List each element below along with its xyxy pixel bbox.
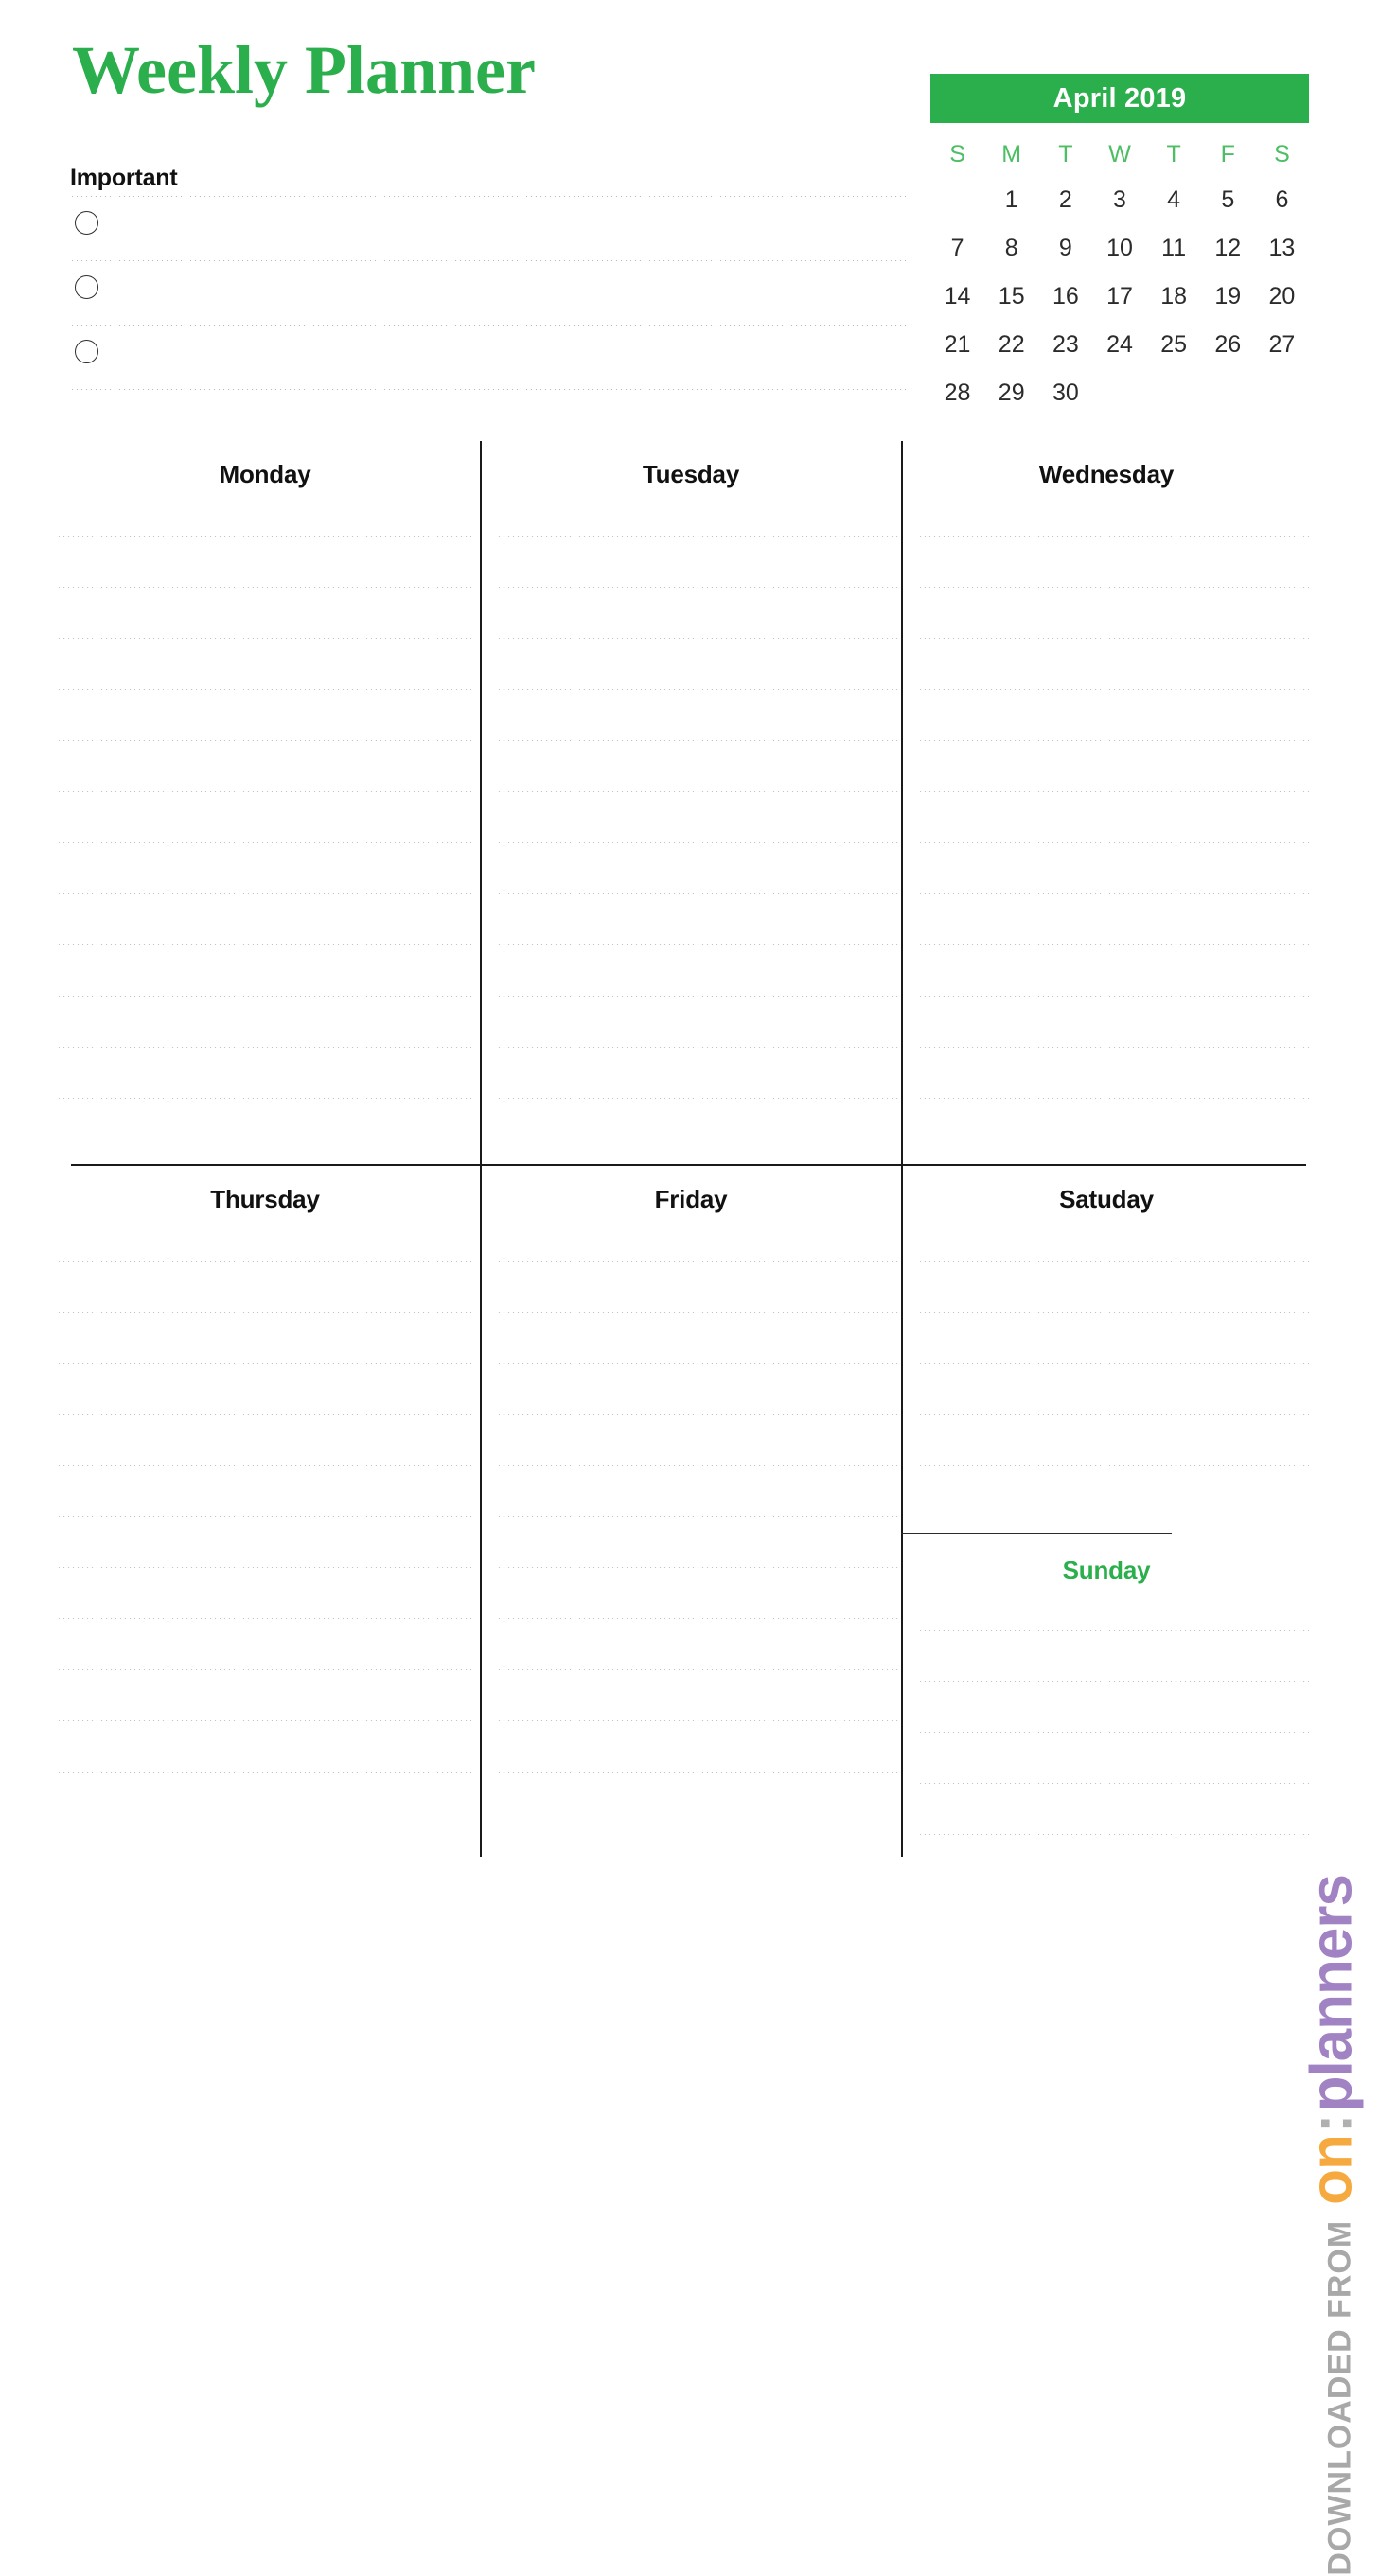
day-cell-friday[interactable]: Friday xyxy=(483,1166,899,1857)
day-cell-tuesday[interactable]: Tuesday xyxy=(483,441,899,1160)
calendar-dow: M xyxy=(1001,141,1022,168)
watermark-onplanners: DOWNLOADED FROM on : planners xyxy=(1299,1875,1365,2576)
calendar-day xyxy=(1201,369,1255,417)
calendar-month-label: April 2019 xyxy=(930,74,1309,123)
calendar-day xyxy=(1255,369,1309,417)
writing-lines-sunday[interactable] xyxy=(918,1630,1309,1835)
calendar-day[interactable]: 7 xyxy=(930,224,984,273)
important-row[interactable] xyxy=(70,326,912,390)
week-grid: Monday Tuesday Wednesday Thursday Friday… xyxy=(0,441,1379,1861)
calendar-day[interactable]: 10 xyxy=(1092,224,1146,273)
page-header: Weekly Planner Important April 2019 S M … xyxy=(0,0,1379,407)
calendar-day[interactable]: 16 xyxy=(1038,273,1092,321)
watermark-brand-colon: : xyxy=(1299,2113,1365,2134)
calendar-week-row: 1 2 3 4 5 6 xyxy=(930,176,1309,224)
writing-lines-tuesday[interactable] xyxy=(497,536,899,1099)
calendar-day[interactable]: 6 xyxy=(1255,176,1309,224)
writing-lines-monday[interactable] xyxy=(57,536,473,1099)
day-cell-wednesday[interactable]: Wednesday xyxy=(904,441,1309,1160)
calendar-day[interactable]: 26 xyxy=(1201,321,1255,369)
calendar-day[interactable]: 15 xyxy=(984,273,1038,321)
watermark-brand-planners: planners xyxy=(1299,1875,1365,2112)
calendar-day[interactable]: 12 xyxy=(1201,224,1255,273)
calendar-day[interactable]: 1 xyxy=(984,176,1038,224)
calendar-day[interactable]: 9 xyxy=(1038,224,1092,273)
page-title: Weekly Planner xyxy=(72,32,536,108)
calendar-day[interactable]: 27 xyxy=(1255,321,1309,369)
calendar-dow: S xyxy=(949,141,965,168)
watermark-brand-on: on xyxy=(1299,2135,1365,2205)
calendar-day[interactable]: 22 xyxy=(984,321,1038,369)
calendar-day xyxy=(1147,369,1201,417)
calendar-dow: F xyxy=(1220,141,1235,168)
calendar-day[interactable]: 13 xyxy=(1255,224,1309,273)
writing-lines-wednesday[interactable] xyxy=(918,536,1309,1099)
column-divider-2 xyxy=(901,441,903,1164)
day-cell-thursday[interactable]: Thursday xyxy=(57,1166,473,1857)
calendar-day[interactable]: 23 xyxy=(1038,321,1092,369)
column-divider-3 xyxy=(480,1166,482,1857)
calendar-day[interactable]: 30 xyxy=(1038,369,1092,417)
calendar-day[interactable]: 4 xyxy=(1147,176,1201,224)
day-cell-monday[interactable]: Monday xyxy=(57,441,473,1160)
calendar-day[interactable]: 17 xyxy=(1092,273,1146,321)
calendar-dow: T xyxy=(1166,141,1181,168)
calendar-day xyxy=(1092,369,1146,417)
important-row[interactable] xyxy=(70,261,912,326)
calendar-day[interactable]: 5 xyxy=(1201,176,1255,224)
calendar-dow: W xyxy=(1108,141,1131,168)
important-row[interactable] xyxy=(70,197,912,261)
mini-calendar: April 2019 S M T W T F S 1 2 3 4 5 6 7 8… xyxy=(930,74,1309,417)
sunday-divider xyxy=(901,1533,1172,1534)
day-cell-sunday[interactable]: Sunday xyxy=(904,1537,1309,1857)
calendar-day[interactable] xyxy=(930,176,984,224)
calendar-day[interactable]: 25 xyxy=(1147,321,1201,369)
calendar-day[interactable]: 11 xyxy=(1147,224,1201,273)
calendar-day[interactable]: 24 xyxy=(1092,321,1146,369)
calendar-day[interactable]: 8 xyxy=(984,224,1038,273)
writing-lines-friday[interactable] xyxy=(497,1261,899,1773)
day-cell-saturday[interactable]: Satuday xyxy=(904,1166,1309,1531)
day-label-wednesday: Wednesday xyxy=(1038,460,1175,488)
calendar-day[interactable]: 19 xyxy=(1201,273,1255,321)
calendar-day[interactable]: 2 xyxy=(1038,176,1092,224)
important-row-rule xyxy=(70,389,912,390)
calendar-week-row: 14 15 16 17 18 19 20 xyxy=(930,273,1309,321)
calendar-day[interactable]: 14 xyxy=(930,273,984,321)
calendar-week-row: 7 8 9 10 11 12 13 xyxy=(930,224,1309,273)
important-heading: Important xyxy=(70,165,178,191)
calendar-weekday-header-row: S M T W T F S xyxy=(930,132,1309,176)
column-divider-1 xyxy=(480,441,482,1164)
calendar-dow: S xyxy=(1274,141,1290,168)
calendar-day[interactable]: 21 xyxy=(930,321,984,369)
day-label-sunday: Sunday xyxy=(1062,1556,1151,1584)
writing-lines-thursday[interactable] xyxy=(57,1261,473,1773)
day-label-thursday: Thursday xyxy=(210,1185,320,1213)
writing-lines-saturday[interactable] xyxy=(918,1261,1309,1466)
watermark-downloaded-from-text: DOWNLOADED FROM xyxy=(1322,2219,1358,2576)
calendar-day[interactable]: 3 xyxy=(1092,176,1146,224)
important-section: Important xyxy=(70,165,912,390)
checkbox-circle-icon[interactable] xyxy=(75,211,98,235)
day-label-friday: Friday xyxy=(654,1185,728,1213)
calendar-dow: T xyxy=(1058,141,1073,168)
calendar-day[interactable]: 29 xyxy=(984,369,1038,417)
column-divider-4 xyxy=(901,1166,903,1857)
checkbox-circle-icon[interactable] xyxy=(75,275,98,299)
calendar-day[interactable]: 28 xyxy=(930,369,984,417)
day-label-monday: Monday xyxy=(219,460,311,488)
day-label-saturday: Satuday xyxy=(1059,1185,1154,1213)
calendar-week-row: 28 29 30 xyxy=(930,369,1309,417)
calendar-grid: S M T W T F S 1 2 3 4 5 6 7 8 9 10 11 12… xyxy=(930,132,1309,417)
checkbox-circle-icon[interactable] xyxy=(75,340,98,363)
day-label-tuesday: Tuesday xyxy=(642,460,740,488)
calendar-week-row: 21 22 23 24 25 26 27 xyxy=(930,321,1309,369)
calendar-day[interactable]: 18 xyxy=(1147,273,1201,321)
calendar-day[interactable]: 20 xyxy=(1255,273,1309,321)
